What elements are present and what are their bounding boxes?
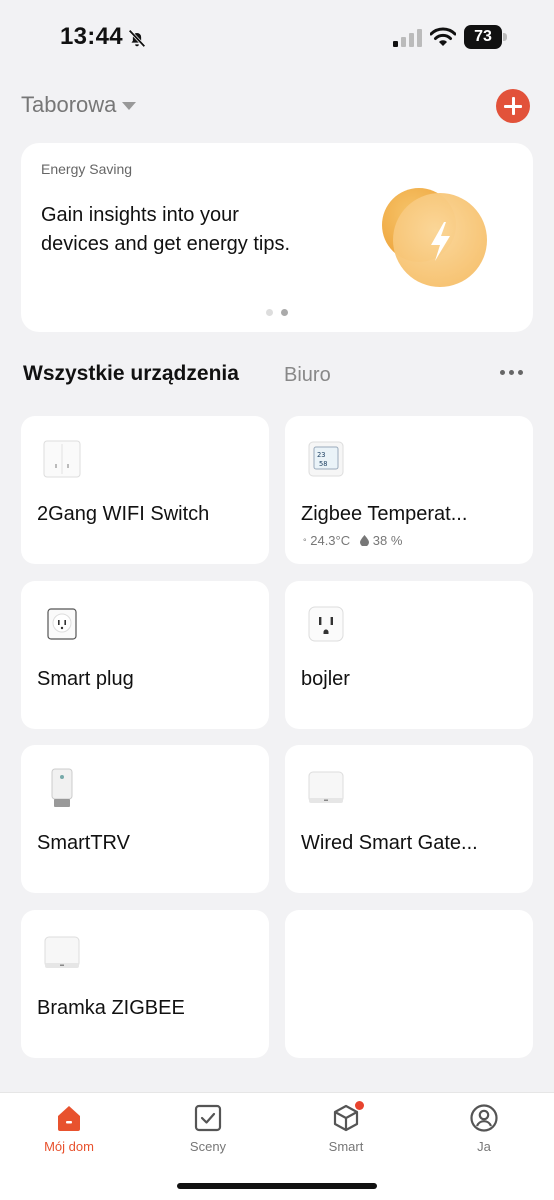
device-name: Bramka ZIGBEE [37,997,185,1019]
device-name: Wired Smart Gate... [301,832,478,854]
status-time: 13:44 [60,23,123,50]
status-bar: 13:44 73 [0,0,554,76]
more-options-button[interactable] [500,370,523,375]
svg-text:58: 58 [319,460,327,468]
tab-label: Mój dom [44,1139,94,1154]
home-selector[interactable]: Taborowa [21,92,137,118]
device-card-bojler[interactable]: bojler [285,581,533,729]
tab-smart[interactable]: Smart [286,1101,406,1154]
home-icon [58,1106,80,1131]
device-card-2gang-switch[interactable]: 2Gang WIFI Switch [21,416,269,564]
energy-saving-banner[interactable]: Energy Saving Gain insights into your de… [21,143,533,332]
device-name: Smart plug [37,668,134,690]
home-indicator[interactable] [177,1183,377,1189]
home-name: Taborowa [21,92,117,117]
pagination-dot [266,309,273,316]
device-card-smarttrv[interactable]: SmartTRV [21,745,269,893]
battery-level: 73 [464,25,502,49]
pagination-dot-active [281,309,288,316]
tab-label: Ja [477,1139,491,1154]
thermometer-icon: ° [303,537,307,547]
device-name: 2Gang WIFI Switch [37,503,210,525]
device-card-empty [285,910,533,1058]
wifi-icon [430,27,456,46]
tab-label: Smart [328,1139,364,1154]
device-card-zigbee-temperature[interactable]: 23 58 Zigbee Temperat... ° 24.3°C 38 % [285,416,533,564]
temperature-reading: ° 24.3°C [303,533,351,548]
device-name: SmartTRV [37,832,130,854]
tab-scenes[interactable]: Sceny [148,1103,268,1154]
sensor-readings: ° 24.3°C 38 % [303,533,402,548]
tab-all-devices[interactable]: Wszystkie urządzenia [23,362,239,386]
notification-dot [355,1101,364,1110]
add-device-button[interactable] [496,89,530,123]
device-name: bojler [301,668,350,690]
wall-switch-icon [43,440,81,478]
device-name: Zigbee Temperat... [301,503,468,525]
scenes-checkbox-icon [194,1104,222,1132]
thermometer-display-icon: 23 58 [308,441,344,477]
gateway-icon [308,771,344,803]
caret-down-icon [122,102,137,110]
humidity-reading: 38 % [360,533,402,548]
lightning-icon [382,188,487,287]
tab-biuro[interactable]: Biuro [284,364,331,387]
gateway-icon [44,936,80,968]
device-card-wired-gateway[interactable]: Wired Smart Gate... [285,745,533,893]
tab-my-home[interactable]: Mój dom [9,1103,129,1154]
user-icon [470,1104,498,1132]
banner-pagination [266,309,288,316]
device-card-bramka-zigbee[interactable]: Bramka ZIGBEE [21,910,269,1058]
bell-off-icon [128,29,146,48]
banner-text: Gain insights into your devices and get … [41,204,291,255]
socket-icon [308,606,344,642]
banner-label: Energy Saving [41,161,133,177]
droplet-icon [360,535,370,547]
tab-label: Sceny [189,1139,227,1154]
radiator-valve-icon [51,768,73,807]
signal-icon [393,29,422,47]
smart-plug-icon [47,608,77,640]
device-card-smart-plug[interactable]: Smart plug [21,581,269,729]
battery-icon: 73 [464,25,508,49]
tab-me[interactable]: Ja [424,1103,544,1154]
svg-text:23: 23 [317,451,325,459]
